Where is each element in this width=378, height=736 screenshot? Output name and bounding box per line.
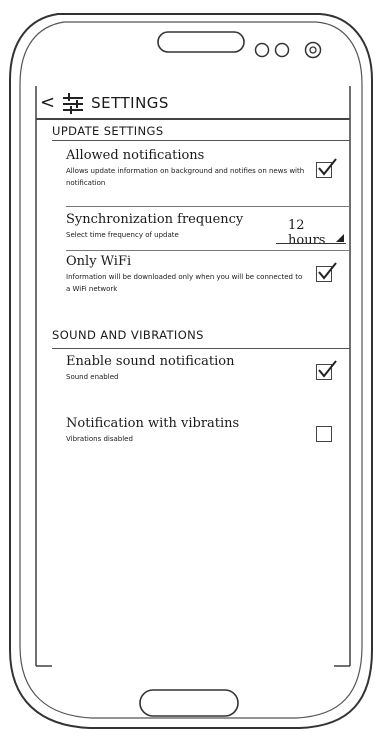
back-icon[interactable]: < — [40, 88, 55, 118]
divider — [36, 118, 350, 120]
item-title: Notification with vibratins — [66, 416, 240, 431]
settings-screen: < SETTINGS UPDATE SETTINGS Allowed notif… — [36, 86, 350, 666]
item-description: Allows update information on background … — [66, 167, 305, 187]
vibrations-checkbox[interactable] — [316, 426, 332, 442]
divider — [66, 206, 350, 207]
divider — [52, 348, 350, 349]
divider — [66, 250, 350, 251]
allowed-notifications-checkbox[interactable] — [316, 158, 337, 178]
camera-lens — [304, 41, 322, 59]
divider — [52, 140, 350, 141]
enable-sound-checkbox[interactable] — [316, 360, 337, 380]
page-title: SETTINGS — [91, 94, 169, 112]
item-description: Vibrations disabled — [66, 435, 133, 443]
sync-frequency-select[interactable]: 12 hours — [276, 214, 346, 248]
home-button — [139, 689, 239, 717]
section-title-update: UPDATE SETTINGS — [52, 124, 164, 138]
item-description: Select time frequency of update — [66, 231, 179, 239]
dropdown-icon — [336, 234, 344, 242]
sensor-dot — [254, 42, 270, 58]
item-description: Sound enabled — [66, 373, 119, 381]
item-title: Only WiFi — [66, 254, 132, 269]
item-title: Allowed notifications — [66, 148, 205, 163]
item-title: Enable sound notification — [66, 354, 235, 369]
speaker-slot — [157, 31, 245, 53]
only-wifi-item[interactable]: Only WiFi Information will be downloaded… — [66, 254, 336, 295]
item-description: Information will be downloaded only when… — [66, 273, 303, 293]
vibrations-item[interactable]: Notification with vibratins Vibrations d… — [66, 416, 336, 445]
sensor-dot — [274, 42, 290, 58]
action-bar: < SETTINGS — [36, 88, 350, 118]
settings-sliders-icon — [63, 93, 85, 114]
section-title-sound: SOUND AND VIBRATIONS — [52, 328, 204, 342]
enable-sound-item[interactable]: Enable sound notification Sound enabled — [66, 354, 336, 383]
allowed-notifications-item[interactable]: Allowed notifications Allows update info… — [66, 148, 336, 189]
only-wifi-checkbox[interactable] — [316, 262, 337, 282]
